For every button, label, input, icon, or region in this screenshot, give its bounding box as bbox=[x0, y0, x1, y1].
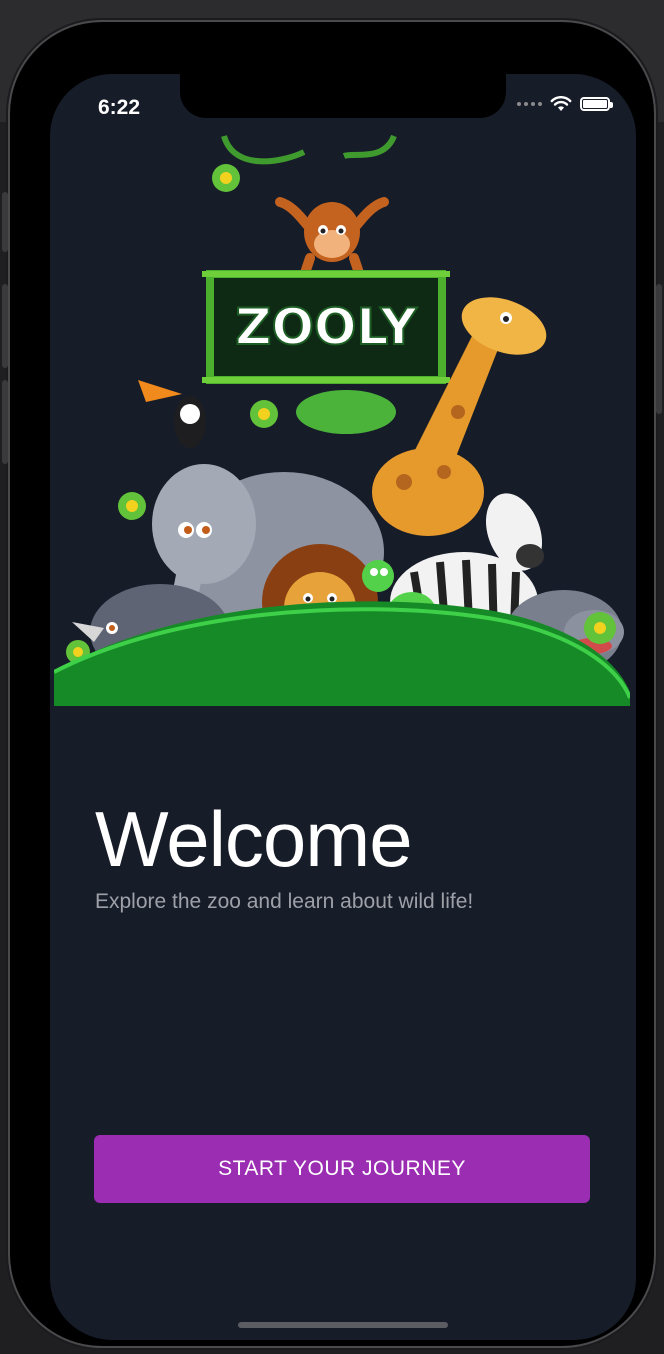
hero-illustration: ZOOLY bbox=[54, 132, 630, 706]
silent-switch bbox=[2, 192, 8, 252]
signal-icon bbox=[517, 102, 542, 106]
status-icons bbox=[517, 96, 613, 112]
phone-frame: 6:22 ZOOLY Welcome Explore the zoo and l… bbox=[2, 22, 662, 1346]
app-screen: 6:22 ZOOLY Welcome Explore the zoo and l… bbox=[50, 74, 636, 1340]
flower-icon bbox=[212, 164, 240, 192]
home-indicator[interactable] bbox=[238, 1322, 448, 1328]
welcome-title: Welcome bbox=[95, 795, 413, 883]
svg-text:ZOOLY: ZOOLY bbox=[235, 298, 417, 356]
toucan-icon bbox=[138, 380, 206, 448]
volume-up-button bbox=[2, 284, 8, 368]
zoo-animals-image: ZOOLY bbox=[54, 134, 630, 706]
volume-down-button bbox=[2, 380, 8, 464]
wifi-icon bbox=[550, 96, 572, 111]
start-journey-button[interactable]: START YOUR JOURNEY bbox=[94, 1135, 590, 1203]
zooly-logo-sign: ZOOLY bbox=[202, 270, 450, 384]
device-notch bbox=[180, 74, 506, 118]
power-button bbox=[656, 284, 662, 414]
status-time: 6:22 bbox=[98, 96, 141, 119]
welcome-subtitle: Explore the zoo and learn about wild lif… bbox=[95, 890, 474, 913]
battery-icon bbox=[580, 97, 613, 111]
